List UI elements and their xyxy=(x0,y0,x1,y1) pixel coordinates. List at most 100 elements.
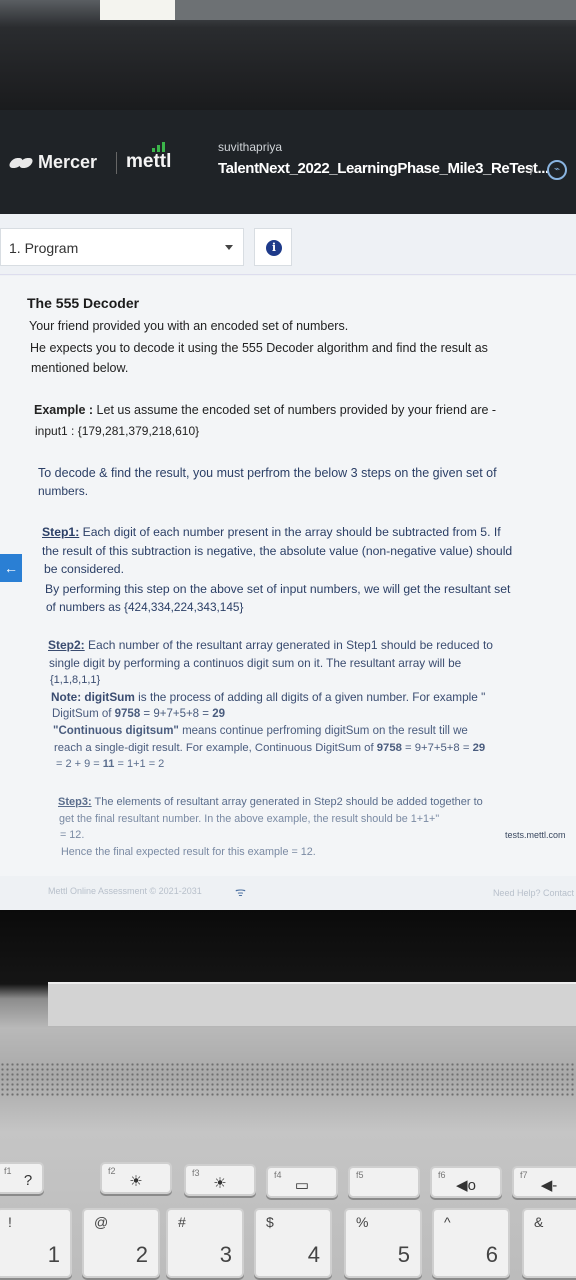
help-link[interactable]: Need Help? Contact xyxy=(493,888,574,898)
question-content: ← The 555 Decoder Your friend provided y… xyxy=(0,276,576,876)
collapse-panel-arrow-icon[interactable]: ← xyxy=(0,554,22,582)
step3-line-2: get the final resultant number. In the a… xyxy=(59,813,440,825)
continuous-step-b: 11 xyxy=(102,758,115,770)
brightness-up-icon: ☀ xyxy=(213,1175,227,1192)
sync-status-icon[interactable]: ⌁ xyxy=(547,160,567,180)
step1-line-1: Step1: Each digit of each number present… xyxy=(42,522,501,542)
fn-key-f4[interactable]: f4 ▭ xyxy=(266,1166,338,1198)
key-top-symbol: # xyxy=(178,1214,186,1230)
step1-line-4: By performing this step on the above set… xyxy=(45,582,511,596)
key-main-symbol: 1 xyxy=(47,1242,60,1267)
question-select[interactable]: 1. Program xyxy=(0,228,244,266)
continuous-result: 29 xyxy=(472,742,486,754)
laptop-keyboard-area: f1? f2 ☀ f3 ☀ f4 ▭ f5 f6 ◀o f7 ◀- ! 1 @2 #3 $4… xyxy=(0,910,576,1280)
key-main-symbol: 3 xyxy=(219,1242,232,1267)
step1-line-3: be considered. xyxy=(44,562,124,576)
continuous-expr: = 9+7+5+8 = xyxy=(401,742,473,754)
header-slash: / xyxy=(530,162,534,178)
intro-line-3: mentioned below. xyxy=(31,361,129,375)
step1-label: Step1: xyxy=(42,525,80,539)
key-main-symbol: 4 xyxy=(307,1242,320,1267)
page-footer: Mettl Online Assessment © 2021-2031 ᯤ Ne… xyxy=(0,876,576,910)
volume-down-icon: ◀- xyxy=(540,1177,558,1194)
fn-key-f7[interactable]: f7 ◀- xyxy=(512,1166,576,1198)
num-key-5[interactable]: % 5 xyxy=(344,1208,422,1278)
username: suvithapriya xyxy=(218,140,283,154)
speaker-grill xyxy=(0,1062,576,1098)
mettl-logo: mettl xyxy=(126,151,172,172)
num-key-1[interactable]: ! 1 xyxy=(0,1208,72,1278)
info-button[interactable]: i xyxy=(254,228,292,266)
info-icon: i xyxy=(266,240,282,256)
continuous-line-3: = 2 + 9 = 11 = 1+1 = 2 xyxy=(56,754,164,774)
step3-text-a: The elements of resultant array generate… xyxy=(91,796,483,808)
continuous-text-b: reach a single-digit result. For example… xyxy=(54,742,377,754)
chevron-down-icon xyxy=(225,245,233,250)
digitsum-prefix: DigitSum of xyxy=(52,708,115,720)
mercer-wordmark: Mercer xyxy=(38,152,98,172)
key-top-symbol: $ xyxy=(266,1214,274,1230)
question-select-value: 1. Program xyxy=(9,240,79,256)
step1-text-a: Each digit of each number present in the… xyxy=(79,525,501,539)
step3-line-4: Hence the final expected result for this… xyxy=(61,842,316,862)
num-key-4[interactable]: $4 xyxy=(254,1208,332,1278)
example-input: input1 : {179,281,379,218,610} xyxy=(35,424,200,438)
step2-label: Step2: xyxy=(48,638,85,652)
brightness-down-icon: ☀ xyxy=(129,1173,143,1190)
num-key-7[interactable]: &7 xyxy=(522,1208,576,1278)
wifi-icon: ᯤ xyxy=(235,885,246,899)
decode-line-2: numbers. xyxy=(38,484,89,498)
step3-result: 12. xyxy=(300,846,316,858)
note-label: Note: digitSum xyxy=(51,690,135,704)
example-line: Example : Let us assume the encoded set … xyxy=(34,400,496,420)
continuous-number: 9758 xyxy=(376,742,402,754)
display-icon: ▭ xyxy=(294,1177,310,1194)
photo-glare xyxy=(100,0,175,20)
mercer-logo: Mercer xyxy=(8,152,97,173)
question-title: The 555 Decoder xyxy=(27,295,140,311)
mercer-mark-icon xyxy=(8,156,34,170)
fn-key-f6[interactable]: f6 ◀o xyxy=(430,1166,502,1198)
key-top-symbol: ! xyxy=(8,1214,12,1230)
intro-line-2: He expects you to decode it using the 55… xyxy=(30,341,488,355)
step2-line-2: single digit by performing a continuos d… xyxy=(49,656,462,670)
key-top-symbol: % xyxy=(356,1214,369,1230)
step3-label: Step3: xyxy=(58,796,92,808)
continuous-label: "Continuous digitsum" xyxy=(53,725,179,737)
num-key-2[interactable]: @2 xyxy=(82,1208,160,1278)
num-key-6[interactable]: ^ 6 xyxy=(432,1208,510,1278)
laptop-hinge xyxy=(48,982,576,1026)
num-key-3[interactable]: #3 xyxy=(166,1208,244,1278)
key-main-symbol: 6 xyxy=(485,1242,498,1267)
continuous-text: means continue perfroming digitSum on th… xyxy=(178,725,468,737)
step2-line-1: Step2: Each number of the resultant arra… xyxy=(48,635,493,655)
help-key-icon: ? xyxy=(23,1172,33,1189)
status-url: tests.mettl.com xyxy=(505,830,566,840)
mute-icon: ◀o xyxy=(456,1177,476,1194)
key-top-symbol: & xyxy=(534,1214,544,1230)
fn-key-f2[interactable]: f2 ☀ xyxy=(100,1162,172,1194)
fn-key-f3[interactable]: f3 ☀ xyxy=(184,1164,256,1196)
step3-text-d: Hence the final expected result for this… xyxy=(61,846,301,858)
continuous-step-c: = 1+1 = xyxy=(114,758,159,770)
note-text: is the process of adding all digits of a… xyxy=(134,690,486,704)
question-toolbar: 1. Program i xyxy=(0,214,576,275)
brand-divider xyxy=(116,152,117,174)
fn-key-f1[interactable]: f1? xyxy=(0,1162,44,1194)
fn-key-f5[interactable]: f5 xyxy=(348,1166,420,1198)
continuous-step-d: 2 xyxy=(158,758,165,770)
digitsum-number: 9758 xyxy=(114,708,141,720)
example-label: Example : xyxy=(34,403,94,417)
fn-label: f5 xyxy=(356,1170,364,1180)
step1-line-2: the result of this subtraction is negati… xyxy=(42,544,513,558)
key-top-symbol: @ xyxy=(94,1214,109,1230)
photo-background xyxy=(175,0,576,20)
continuous-step-a: = 2 + 9 = xyxy=(56,758,103,770)
decode-line-1: To decode & find the result, you must pe… xyxy=(38,466,497,480)
key-main-symbol: 2 xyxy=(135,1242,148,1267)
digitsum-expr: = 9+7+5+8 = xyxy=(140,708,213,720)
step1-line-5: of numbers as {424,334,224,343,145} xyxy=(46,600,244,614)
footer-copyright: Mettl Online Assessment © 2021-2031 xyxy=(48,886,202,896)
app-header: Mercer mettl suvithapriya TalentNext_202… xyxy=(0,110,576,214)
intro-line-1: Your friend provided you with an encoded… xyxy=(29,319,349,333)
